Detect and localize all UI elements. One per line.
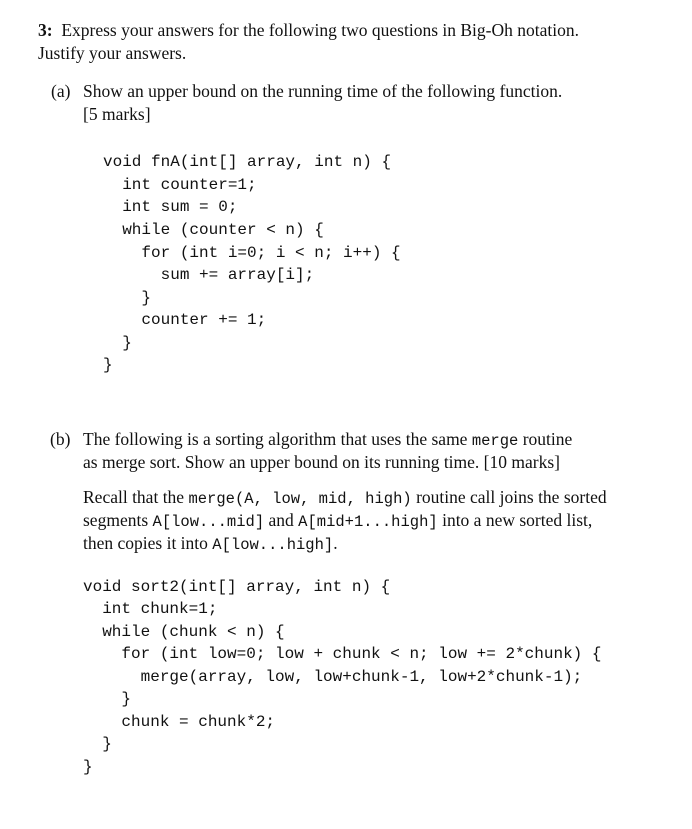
code-line: counter += 1; (103, 311, 267, 329)
code-line: } (103, 334, 132, 352)
code-line: } (83, 735, 112, 753)
text: routine (518, 429, 573, 449)
code-line: for (int i=0; i < n; i++) { (103, 244, 401, 262)
inline-code-segment-low-mid: A[low...mid] (152, 513, 265, 531)
text: segments (83, 510, 153, 530)
part-a-marks: [5 marks] (83, 104, 151, 124)
code-line: } (103, 289, 152, 307)
code-line: void sort2(int[] array, int n) { (83, 578, 391, 596)
question-intro: Express your answers for the following t… (61, 20, 579, 40)
code-line: for (int low=0; low + chunk < n; low += … (83, 645, 602, 663)
part-b-label: (b) (50, 429, 71, 449)
code-line: while (counter < n) { (103, 221, 324, 239)
text: and (264, 510, 299, 530)
part-b-text-line1: The following is a sorting algorithm tha… (83, 428, 572, 453)
code-line: merge(array, low, low+chunk-1, low+2*chu… (83, 668, 583, 686)
code-line: sum += array[i]; (103, 266, 315, 284)
recall-line1: Recall that the merge(A, low, mid, high)… (83, 486, 607, 511)
question-header-line1: 3: Express your answers for the followin… (38, 19, 579, 42)
text: Recall that the (83, 487, 189, 507)
code-line: } (83, 758, 93, 776)
code-line: } (103, 356, 113, 374)
question-number: 3: (38, 20, 53, 40)
code-line: int sum = 0; (103, 198, 238, 216)
recall-line3: then copies it into A[low...high]. (83, 532, 338, 557)
part-a-label: (a) (51, 81, 71, 101)
code-line: void fnA(int[] array, int n) { (103, 153, 392, 171)
code-line: } (83, 690, 132, 708)
question-intro-line2: Justify your answers. (38, 43, 187, 63)
inline-code-segment-low-high: A[low...high] (212, 536, 334, 554)
inline-code-merge: merge (471, 432, 519, 450)
text: then copies it into (83, 533, 213, 553)
part-a-text: Show an upper bound on the running time … (83, 81, 563, 101)
text: into a new sorted list, (437, 510, 593, 530)
text: . (333, 533, 338, 553)
part-b-text-line2: as merge sort. Show an upper bound on it… (83, 452, 560, 472)
inline-code-segment-mid-high: A[mid+1...high] (298, 513, 438, 531)
code-line: int counter=1; (103, 176, 257, 194)
text: The following is a sorting algorithm tha… (83, 429, 472, 449)
inline-code-merge-signature: merge(A, low, mid, high) (188, 490, 412, 508)
code-line: chunk = chunk*2; (83, 713, 276, 731)
recall-line2: segments A[low...mid] and A[mid+1...high… (83, 509, 592, 534)
text: routine call joins the sorted (411, 487, 607, 507)
code-line: int chunk=1; (83, 600, 218, 618)
code-line: while (chunk < n) { (83, 623, 285, 641)
